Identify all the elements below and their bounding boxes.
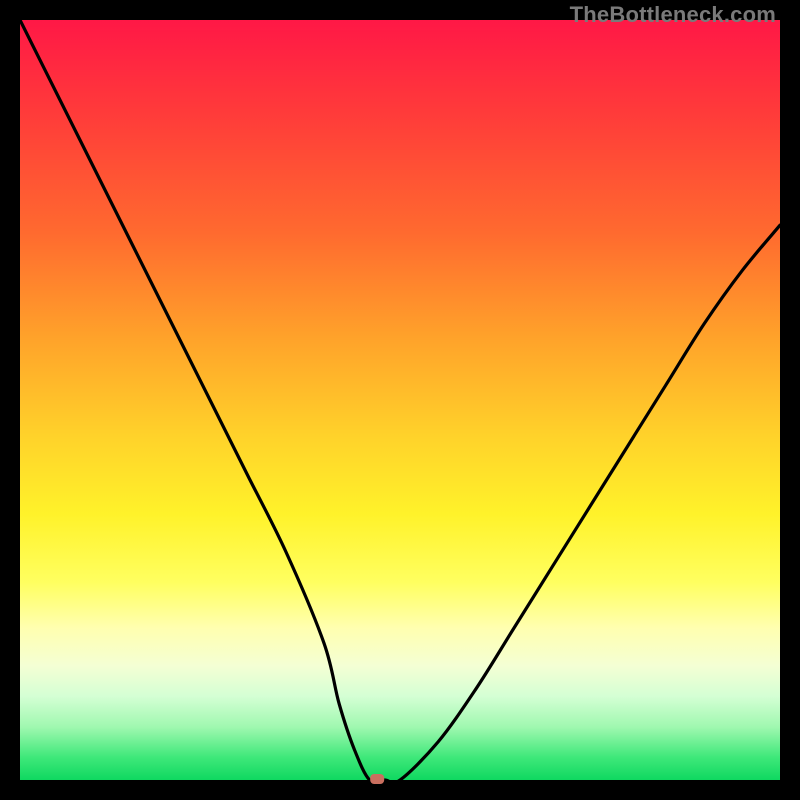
chart-svg [20,20,780,780]
watermark-text: TheBottleneck.com [570,2,776,28]
bottleneck-curve-line [20,20,780,783]
optimal-marker [370,774,384,784]
